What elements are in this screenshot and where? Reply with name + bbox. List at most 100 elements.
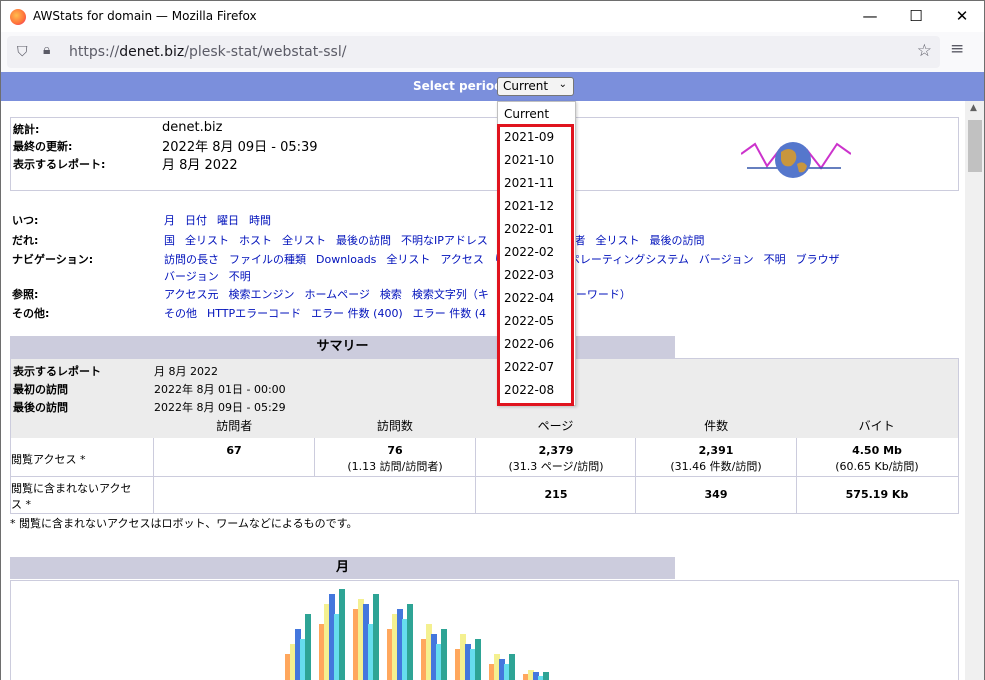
not-viewed-pages: 215 [544,488,568,501]
summary-body: 閲覧アクセス * 67 76 (1.13 訪問/訪問者) 2,379 (31.3… [11,438,958,513]
referers-link-4[interactable]: 検索文字列（キ [412,288,489,301]
others-link-2[interactable]: エラー 件数 (400) [311,307,403,320]
viewed-bytes: 4.50 Mb [852,444,902,457]
period-select[interactable]: Current ⌄ [497,77,574,96]
lock-icon[interactable]: 🔒︎ [43,42,50,58]
period-bar: Select period Current ⌄ [0,72,985,101]
viewed-visits: 76 [387,444,403,457]
col-pages: ページ [537,419,574,433]
navigation-link-9[interactable]: 不明 [764,253,786,266]
nav-navigation-label: ナビゲーション: [12,253,94,266]
viewed-pages: 2,379 [538,444,574,457]
chevron-down-icon: ⌄ [558,79,567,90]
col-hits: 件数 [704,419,729,433]
navigation-toolbar: ⛉ 🔒︎ https://denet.biz/plesk-stat/websta… [0,32,985,72]
month-bar [339,589,345,680]
navigation2-link-0[interactable]: バージョン [164,270,219,283]
period-option-Current[interactable]: Current [504,107,549,121]
last-update-key: 最終の更新: [13,140,73,153]
when-link-0[interactable]: 月 [164,214,175,227]
viewed-pages-sub: (31.3 ページ/訪問) [508,460,604,473]
nav-others-label: その他: [12,307,50,320]
referers-link-3[interactable]: 検索 [380,288,402,301]
summary-first-value: 2022年 8月 01日 - 00:00 [154,383,286,396]
referers-link-2[interactable]: ホームページ [304,288,369,301]
vertical-scrollbar[interactable]: ▲ [965,101,985,680]
awstats-logo [741,142,851,178]
month-bar [373,594,379,680]
navigation-link-10[interactable]: ブラウザ [796,253,840,266]
who-link-8[interactable]: 最後の訪問 [649,234,704,247]
summary-last-label: 最後の訪問 [13,401,68,414]
minimize-button[interactable]: — [847,1,893,32]
report-value: 月 8月 2022 [162,158,238,173]
navigation-link-7[interactable]: オペレーティングシステム [558,253,689,266]
others-link-1[interactable]: HTTPエラーコード [207,307,301,320]
star-icon[interactable]: ☆ [917,41,932,61]
who-link-4[interactable]: 最後の訪問 [336,234,391,247]
window-title: AWStats for domain — Mozilla Firefox [33,9,257,23]
scroll-thumb[interactable] [968,120,982,172]
who-link-0[interactable]: 国 [164,234,175,247]
row-not-viewed-label-b: ス * [11,498,31,511]
navigation-link-2[interactable]: Downloads [316,253,376,266]
url-text[interactable]: https://denet.biz/plesk-stat/webstat-ssl… [69,44,346,60]
row-viewed-label: 閲覧アクセス * [11,453,86,466]
who-link-1[interactable]: 全リスト [185,234,229,247]
col-bytes: バイト [858,419,895,433]
navigation-link-4[interactable]: アクセス [440,253,483,266]
navigation2-link-1[interactable]: 不明 [229,270,251,283]
row-not-viewed-label-a: 閲覧に含まれないアクセ [11,482,132,495]
month-chart [10,580,959,680]
summary-report-value: 月 8月 2022 [154,365,218,378]
summary-report-label: 表示するレポート [13,365,101,378]
month-bar [441,629,447,680]
summary-first-label: 最初の訪問 [13,383,68,396]
url-bar[interactable]: ⛉ 🔒︎ https://denet.biz/plesk-stat/websta… [7,36,940,68]
viewed-bytes-sub: (60.65 Kb/訪問) [835,460,919,473]
col-visits: 訪問数 [376,419,413,433]
who-link-5[interactable]: 不明なIPアドレス [401,234,488,247]
others-link-0[interactable]: その他 [164,307,197,320]
nav-when-label: いつ: [12,214,39,227]
scroll-up-icon[interactable]: ▲ [970,103,977,113]
navigation-link-0[interactable]: 訪問の長さ [164,253,219,266]
select-period-label: Select period [413,79,503,93]
last-update-value: 2022年 8月 09日 - 05:39 [162,140,318,155]
stats-header: 統計: denet.biz 最終の更新: 2022年 8月 09日 - 05:3… [10,117,959,191]
who-link-7[interactable]: 全リスト [595,234,639,247]
month-bar [407,604,413,680]
summary-last-value: 2022年 8月 09日 - 05:29 [154,401,286,414]
navigation-link-8[interactable]: バージョン [699,253,754,266]
viewed-visits-sub: (1.13 訪問/訪問者) [347,460,443,473]
referers-link-0[interactable]: アクセス元 [164,288,218,301]
summary-footnote: * 閲覧に含まれないアクセスはロボット、ワームなどによるものです。 [10,517,358,530]
viewed-hits: 2,391 [698,444,734,457]
summary-table: 表示するレポート 月 8月 2022 最初の訪問 2022年 8月 01日 - … [10,358,959,514]
month-bar [475,639,481,680]
navigation-link-3[interactable]: 全リスト [386,253,430,266]
maximize-button[interactable]: ☐ [893,1,939,32]
month-title: 月 [10,557,675,579]
not-viewed-bytes: 575.19 Kb [845,488,909,501]
who-link-2[interactable]: ホスト [239,234,272,247]
viewed-hits-sub: (31.46 件数/訪問) [670,460,762,473]
when-link-1[interactable]: 日付 [185,214,207,227]
month-bar [543,672,549,680]
report-key: 表示するレポート: [13,158,106,171]
not-viewed-hits: 349 [704,488,728,501]
close-button[interactable]: ✕ [939,1,985,32]
who-link-3[interactable]: 全リスト [282,234,326,247]
when-link-2[interactable]: 曜日 [217,214,239,227]
title-bar: AWStats for domain — Mozilla Firefox — ☐… [0,0,985,32]
referers-link-1[interactable]: 検索エンジン [228,288,294,301]
page-content: 統計: denet.biz 最終の更新: 2022年 8月 09日 - 05:3… [0,101,965,680]
domain-value: denet.biz [162,120,223,135]
navigation-link-1[interactable]: ファイルの種類 [229,253,306,266]
others-link-3[interactable]: エラー 件数 (4 [413,307,486,320]
nav-referers-label: 参照: [12,288,39,301]
when-link-3[interactable]: 時間 [249,214,271,227]
col-visitors: 訪問者 [216,419,253,433]
shield-icon[interactable]: ⛉ [17,44,28,60]
menu-icon[interactable]: ≡ [950,39,964,59]
